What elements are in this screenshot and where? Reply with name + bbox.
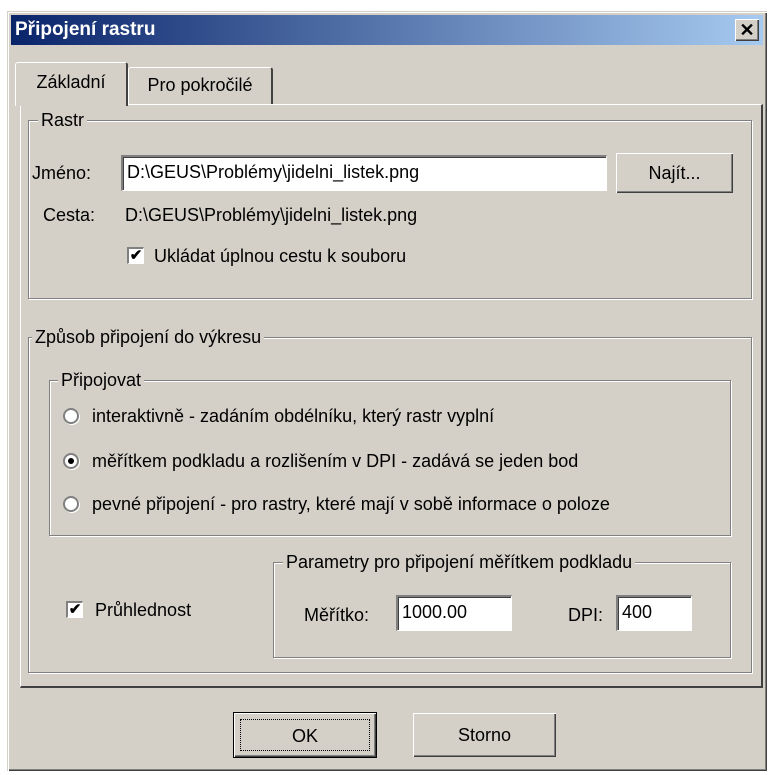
- radio-scale-dpi-label[interactable]: měřítkem podkladu a rozlišením v DPI - z…: [92, 449, 578, 473]
- window-title: Připojení rastru: [15, 19, 156, 40]
- path-value: D:\GEUS\Problémy\jidelni_listek.png: [125, 205, 418, 225]
- name-input[interactable]: D:\GEUS\Problémy\jidelni_listek.png: [121, 155, 607, 191]
- tab-advanced-label: Pro pokročilé: [147, 75, 253, 95]
- radio-fixed[interactable]: [63, 496, 79, 512]
- close-icon: ✕: [739, 20, 755, 40]
- name-label: Jméno:: [32, 163, 92, 183]
- dpi-label: DPI:: [568, 605, 604, 625]
- save-full-path-label[interactable]: Ukládat úplnou cestu k souboru: [154, 244, 406, 268]
- radio-interactive[interactable]: [63, 408, 79, 424]
- tab-basic-label: Základní: [36, 72, 106, 92]
- scale-label: Měřítko:: [304, 605, 370, 625]
- transparency-label[interactable]: Průhlednost: [95, 598, 191, 622]
- check-icon: ✔: [129, 247, 143, 264]
- transparency-checkbox[interactable]: ✔: [66, 601, 83, 618]
- dialog-window: Připojení rastru ✕ Základní Pro pokročil…: [7, 11, 767, 771]
- close-button[interactable]: ✕: [735, 19, 759, 41]
- check-icon: ✔: [68, 601, 82, 618]
- radio-selected-dot: [68, 458, 74, 464]
- radio-scale-dpi[interactable]: [63, 453, 79, 469]
- cancel-button-label: Storno: [457, 725, 512, 745]
- scale-input[interactable]: 1000.00: [396, 595, 512, 631]
- path-label: Cesta:: [43, 205, 96, 225]
- tab-advanced[interactable]: Pro pokročilé: [128, 67, 273, 104]
- scale-params-group-label: Parametry pro připojení měřítkem podklad…: [283, 551, 636, 573]
- connect-group-label: Připojovat: [58, 369, 145, 391]
- title-bar[interactable]: Připojení rastru ✕: [11, 15, 763, 45]
- find-button[interactable]: Najít...: [616, 153, 733, 193]
- dpi-input[interactable]: 400: [616, 595, 692, 631]
- find-button-label: Najít...: [648, 163, 701, 183]
- ok-button[interactable]: OK: [233, 712, 377, 758]
- rastr-group-label: Rastr: [38, 109, 88, 131]
- attach-mode-group-label: Způsob připojení do výkresu: [32, 326, 265, 348]
- tab-basic[interactable]: Základní: [15, 62, 128, 106]
- focus-rect: [240, 719, 370, 751]
- radio-fixed-label[interactable]: pevné připojení - pro rastry, které mají…: [92, 492, 610, 516]
- radio-interactive-label[interactable]: interaktivně - zadáním obdélníku, který …: [92, 404, 494, 428]
- save-full-path-checkbox[interactable]: ✔: [127, 247, 144, 264]
- cancel-button[interactable]: Storno: [413, 713, 556, 757]
